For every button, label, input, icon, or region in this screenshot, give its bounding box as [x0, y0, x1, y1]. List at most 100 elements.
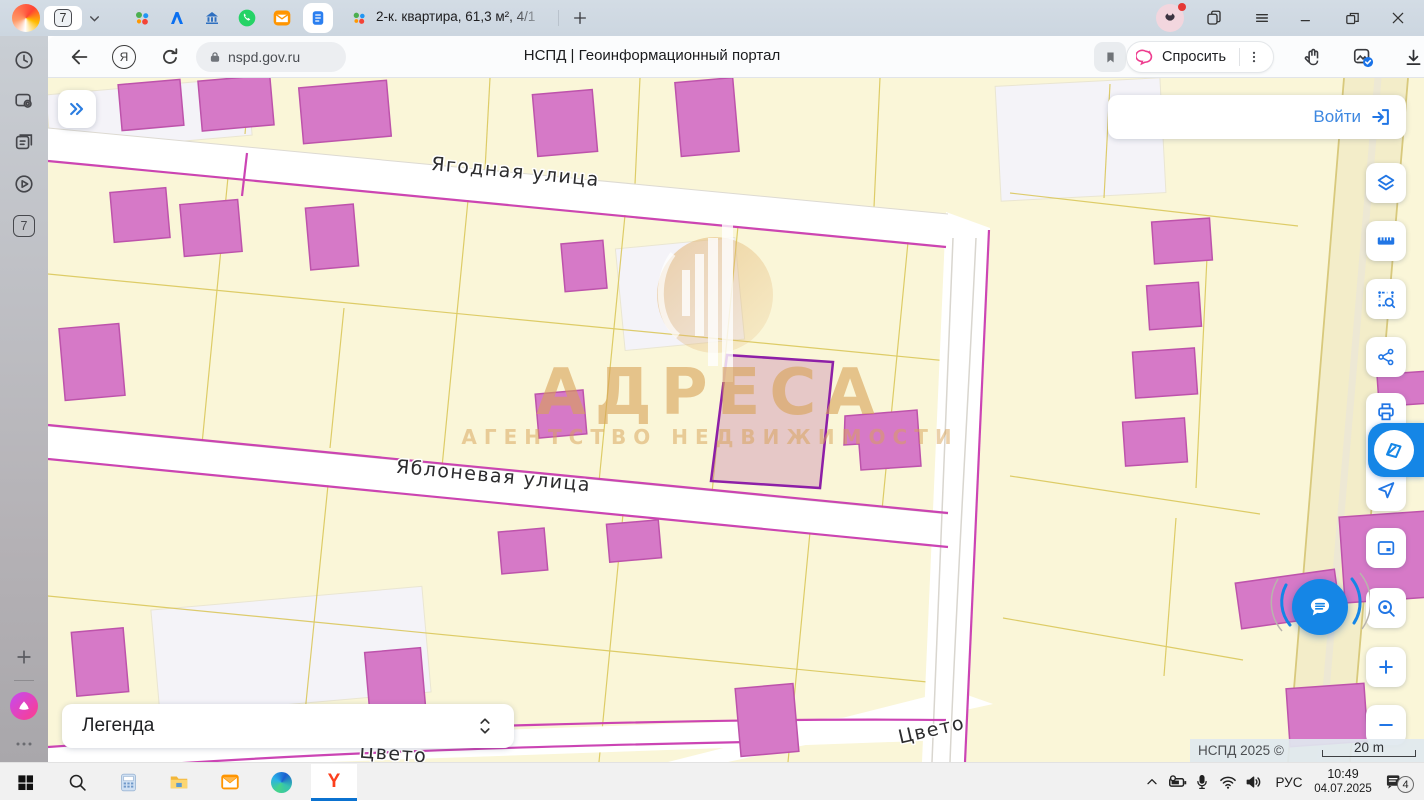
zoom-in-button[interactable] [1366, 647, 1406, 687]
search-place-button[interactable] [1366, 588, 1406, 628]
video-play-icon[interactable] [12, 172, 36, 196]
active-tab-favicon [350, 9, 368, 27]
edge-browser-icon[interactable] [269, 770, 293, 794]
window-close-button[interactable] [1388, 8, 1408, 28]
cadastral-map-svg[interactable]: АДРЕСА АГЕНТСТВО НЕДВИЖИМОСТИ Ягодная ул… [48, 78, 1424, 762]
legend-panel[interactable]: Легенда [62, 704, 514, 748]
screenshot-icon[interactable] [12, 89, 36, 113]
new-tab-button[interactable] [570, 8, 590, 28]
notification-count-badge: 4 [1397, 776, 1414, 793]
watermark-subtitle: АГЕНТСТВО НЕДВИЖИМОСТИ [461, 425, 958, 449]
tray-time: 10:49 [1312, 766, 1374, 782]
ask-ai-button[interactable]: Спросить [1126, 41, 1274, 73]
expand-panel-button[interactable] [58, 90, 96, 128]
area-search-button[interactable] [1366, 279, 1406, 319]
taskbar-search-icon[interactable] [65, 770, 89, 794]
bookmark-flag-icon[interactable] [1094, 42, 1126, 72]
alice-assistant-icon[interactable] [10, 692, 38, 720]
share-button[interactable] [1366, 337, 1406, 377]
pinned-tab-mail-icon[interactable] [270, 6, 294, 30]
yandex-y-logo: Y [328, 771, 341, 793]
sidebar-more-icon[interactable] [12, 732, 36, 756]
legend-collapse-icon[interactable] [476, 715, 494, 737]
browser-side-panel: 7 [0, 36, 48, 762]
window-maximize-button[interactable] [1342, 8, 1362, 28]
tab-count-square-icon[interactable]: 7 [12, 214, 36, 238]
history-clock-icon[interactable] [12, 48, 36, 72]
sidebar-tab-count: 7 [13, 215, 35, 237]
print-button[interactable] [1375, 401, 1397, 423]
ask-divider [1239, 48, 1240, 66]
attribution-text: НСПД 2025 © [1198, 743, 1284, 758]
overview-map-icon [1375, 537, 1397, 559]
pinned-tab-a-icon[interactable] [165, 6, 189, 30]
download-icon[interactable] [1400, 44, 1424, 70]
browser-logo-icon [12, 4, 40, 32]
back-button[interactable] [68, 45, 92, 69]
draw-on-map-icon [1382, 438, 1406, 462]
battery-icon[interactable] [1166, 770, 1190, 794]
plus-icon [1376, 657, 1396, 677]
speaker-icon[interactable] [1242, 770, 1266, 794]
windows-taskbar: Y РУС 10:49 04.07.2025 4 [0, 762, 1424, 800]
ask-more-icon[interactable] [1247, 50, 1261, 64]
tab-counter-button[interactable]: 7 [44, 6, 82, 30]
login-panel[interactable]: Войти [1108, 95, 1406, 139]
pinned-tab-yandex-services-icon[interactable] [130, 6, 154, 30]
map-attribution-bar: НСПД 2025 © 20 m [1190, 739, 1424, 762]
scale-line [1322, 750, 1416, 757]
file-explorer-icon[interactable] [167, 770, 191, 794]
search-place-icon [1375, 597, 1397, 619]
ask-chat-icon [1136, 48, 1155, 67]
locate-button[interactable] [1375, 479, 1397, 501]
refresh-button[interactable] [158, 45, 182, 69]
legend-label: Легенда [82, 715, 154, 737]
pinned-tab-docs-active[interactable] [303, 3, 333, 33]
tab-separator [558, 10, 559, 26]
window-minimize-button[interactable] [1296, 8, 1316, 28]
layers-button[interactable] [1366, 163, 1406, 203]
measure-button[interactable] [1366, 221, 1406, 261]
yandex-search-icon[interactable]: Я [112, 45, 136, 69]
pinned-tab-building-icon[interactable] [200, 6, 224, 30]
double-chevron-right-icon [67, 99, 87, 119]
map-viewport[interactable]: АДРЕСА АГЕНТСТВО НЕДВИЖИМОСТИ Ягодная ул… [48, 78, 1424, 762]
mail-app-icon[interactable] [218, 770, 242, 794]
tray-date: 04.07.2025 [1312, 782, 1374, 796]
chat-bubble-icon [1303, 590, 1337, 624]
side-panels-icon[interactable] [1204, 8, 1224, 28]
login-label[interactable]: Войти [1313, 107, 1361, 127]
browser-menu-icon[interactable] [1252, 8, 1272, 28]
wifi-icon[interactable] [1216, 770, 1240, 794]
pinned-tab-whatsapp-icon[interactable] [235, 6, 259, 30]
print-icon [1375, 401, 1397, 423]
extension-hand-icon[interactable] [1300, 44, 1326, 70]
minus-icon [1376, 715, 1396, 735]
address-bar[interactable]: nspd.gov.ru [196, 42, 346, 72]
news-feed-icon[interactable] [12, 130, 36, 154]
active-tab-title[interactable]: 2-к. квартира, 61,3 м², 4/1 [376, 9, 548, 24]
ruler-icon [1375, 230, 1397, 252]
chat-assistant-button[interactable] [1292, 579, 1348, 635]
sidebar-add-icon[interactable] [12, 645, 36, 669]
image-translate-icon[interactable] [1350, 44, 1376, 70]
layers-icon [1375, 172, 1397, 194]
url-text: nspd.gov.ru [228, 49, 300, 65]
language-indicator[interactable]: РУС [1272, 770, 1306, 794]
active-draw-tool-callout[interactable] [1368, 423, 1424, 477]
language-label: РУС [1275, 775, 1302, 790]
tab-list-chevron-icon[interactable] [88, 12, 101, 25]
microphone-icon[interactable] [1190, 770, 1214, 794]
draw-tool-circle [1374, 430, 1414, 470]
sidebar-divider [14, 680, 34, 681]
avatar-notification-dot [1178, 3, 1186, 11]
watermark-title: АДРЕСА [536, 356, 884, 430]
browser-toolbar: Я nspd.gov.ru НСПД | Геоинформационный п… [48, 36, 1424, 78]
calculator-app-icon[interactable] [116, 770, 140, 794]
start-button[interactable] [13, 770, 37, 794]
overview-map-button[interactable] [1366, 528, 1406, 568]
page-title: НСПД | Геоинформационный портал [524, 47, 780, 64]
tray-chevron-icon[interactable] [1140, 770, 1164, 794]
yandex-browser-taskbar-icon[interactable]: Y [322, 770, 346, 794]
tray-clock[interactable]: 10:49 04.07.2025 [1312, 766, 1374, 796]
